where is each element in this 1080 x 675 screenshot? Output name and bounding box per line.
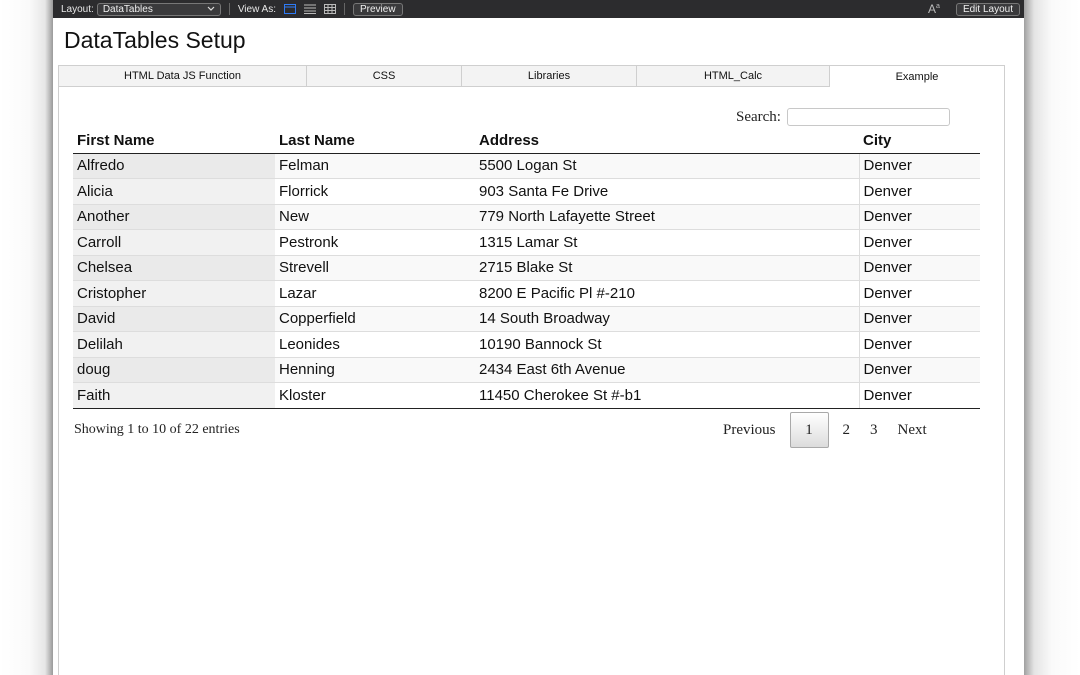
pagination-page-3[interactable]: 3 bbox=[860, 412, 888, 448]
tab-bar: HTML Data JS Function CSS Libraries HTML… bbox=[58, 65, 1005, 87]
address-cell: 8200 E Pacific Pl #-210 bbox=[475, 280, 859, 306]
layout-select-value: DataTables bbox=[102, 3, 153, 15]
first-name-cell: David bbox=[73, 305, 275, 332]
pagination-page-2[interactable]: 2 bbox=[833, 412, 861, 448]
table-view-icon[interactable] bbox=[323, 3, 336, 15]
city-cell: Denver bbox=[858, 153, 980, 179]
list-view-icon[interactable] bbox=[303, 3, 316, 15]
pagination: Previous 1 2 3 Next bbox=[713, 412, 937, 448]
last-name-cell: Lazar bbox=[275, 280, 475, 306]
window-shadow-left bbox=[0, 0, 53, 675]
column-header-city[interactable]: City bbox=[859, 128, 980, 154]
table-info: Showing 1 to 10 of 22 entries bbox=[74, 422, 240, 437]
last-name-cell: Florrick bbox=[275, 178, 475, 204]
city-cell: Denver bbox=[858, 178, 980, 204]
layout-select[interactable]: DataTables bbox=[96, 2, 221, 16]
table-row[interactable]: Faith Kloster 11450 Cherokee St #-b1 Denver bbox=[73, 382, 980, 409]
last-name-cell: Henning bbox=[275, 356, 475, 383]
first-name-cell: doug bbox=[73, 356, 275, 383]
last-name-cell: Leonides bbox=[275, 331, 475, 357]
toolbar-divider bbox=[343, 3, 345, 15]
page-title: DataTables Setup bbox=[64, 27, 246, 53]
city-cell: Denver bbox=[858, 382, 980, 409]
address-cell: 2434 East 6th Avenue bbox=[475, 356, 859, 383]
last-name-cell: Pestronk bbox=[275, 229, 475, 255]
column-header-last-name[interactable]: Last Name bbox=[275, 128, 475, 154]
last-name-cell: Kloster bbox=[275, 382, 475, 409]
table-row[interactable]: Another New 779 North Lafayette Street Denv… bbox=[73, 203, 980, 230]
city-cell: Denver bbox=[858, 254, 980, 281]
address-cell: 779 North Lafayette Street bbox=[475, 203, 859, 230]
first-name-cell: Another bbox=[73, 203, 275, 230]
table-row[interactable]: Alicia Florrick 903 Santa Fe Drive Denver bbox=[73, 178, 980, 204]
window-shadow-right bbox=[1024, 0, 1080, 675]
city-cell: Denver bbox=[858, 305, 980, 332]
table-row[interactable]: Cristopher Lazar 8200 E Pacific Pl #-210 De… bbox=[73, 280, 980, 306]
edit-layout-button[interactable]: Edit Layout bbox=[955, 2, 1020, 16]
address-cell: 2715 Blake St bbox=[475, 254, 859, 281]
last-name-cell: New bbox=[275, 203, 475, 230]
tab-example[interactable]: Example bbox=[830, 65, 1005, 87]
city-cell: Denver bbox=[858, 229, 980, 255]
first-name-cell: Delilah bbox=[73, 331, 275, 357]
table-row[interactable]: Delilah Leonides 10190 Bannock St Denver bbox=[73, 331, 980, 357]
chevron-down-icon bbox=[207, 4, 215, 15]
first-name-cell: Alicia bbox=[73, 178, 275, 204]
pagination-previous[interactable]: Previous bbox=[713, 412, 786, 448]
data-table: First Name Last Name Address City Alfred… bbox=[73, 128, 980, 409]
city-cell: Denver bbox=[858, 203, 980, 230]
city-cell: Denver bbox=[858, 356, 980, 383]
font-size-glyph: A bbox=[928, 2, 937, 16]
table-header-row: First Name Last Name Address City bbox=[73, 128, 980, 154]
toolbar-right: Aa Edit Layout bbox=[928, 0, 1020, 18]
form-view-icon[interactable] bbox=[283, 3, 296, 15]
layout-toolbar: Layout: DataTables View As: Preview Aa E… bbox=[53, 0, 1024, 18]
first-name-cell: Alfredo bbox=[73, 153, 275, 179]
app-window: Layout: DataTables View As: Preview Aa E… bbox=[53, 0, 1024, 675]
column-header-first-name[interactable]: First Name bbox=[73, 128, 275, 154]
address-cell: 11450 Cherokee St #-b1 bbox=[475, 382, 859, 409]
preview-button[interactable]: Preview bbox=[352, 2, 403, 16]
tab-libraries[interactable]: Libraries bbox=[462, 65, 637, 87]
first-name-cell: Carroll bbox=[73, 229, 275, 255]
layout-label: Layout: bbox=[61, 3, 94, 15]
table-row[interactable]: doug Henning 2434 East 6th Avenue Denver bbox=[73, 356, 980, 383]
toolbar-divider bbox=[228, 3, 230, 15]
tab-css[interactable]: CSS bbox=[307, 65, 462, 87]
pagination-next[interactable]: Next bbox=[888, 412, 937, 448]
address-cell: 1315 Lamar St bbox=[475, 229, 859, 255]
font-size-icon[interactable]: Aa bbox=[928, 2, 940, 16]
first-name-cell: Cristopher bbox=[73, 280, 275, 306]
last-name-cell: Copperfield bbox=[275, 305, 475, 332]
address-cell: 5500 Logan St bbox=[475, 153, 859, 179]
table-row[interactable]: Carroll Pestronk 1315 Lamar St Denver bbox=[73, 229, 980, 255]
pagination-page-1[interactable]: 1 bbox=[789, 412, 829, 448]
tab-html-calc[interactable]: HTML_Calc bbox=[637, 65, 830, 87]
last-name-cell: Felman bbox=[275, 153, 475, 179]
search-area: Search: bbox=[736, 108, 950, 126]
column-header-address[interactable]: Address bbox=[475, 128, 859, 154]
first-name-cell: Chelsea bbox=[73, 254, 275, 281]
address-cell: 10190 Bannock St bbox=[475, 331, 859, 357]
city-cell: Denver bbox=[858, 280, 980, 306]
search-input[interactable] bbox=[786, 108, 950, 126]
table-row[interactable]: Alfredo Felman 5500 Logan St Denver bbox=[73, 153, 980, 179]
table-row[interactable]: Chelsea Strevell 2715 Blake St Denver bbox=[73, 254, 980, 281]
search-label: Search: bbox=[736, 108, 781, 125]
last-name-cell: Strevell bbox=[275, 254, 475, 281]
table-row[interactable]: David Copperfield 14 South Broadway Denver bbox=[73, 305, 980, 332]
first-name-cell: Faith bbox=[73, 382, 275, 409]
address-cell: 14 South Broadway bbox=[475, 305, 859, 332]
tab-html-data-js-function[interactable]: HTML Data JS Function bbox=[58, 65, 307, 87]
view-as-label: View As: bbox=[237, 3, 276, 15]
address-cell: 903 Santa Fe Drive bbox=[475, 178, 859, 204]
city-cell: Denver bbox=[858, 331, 980, 357]
